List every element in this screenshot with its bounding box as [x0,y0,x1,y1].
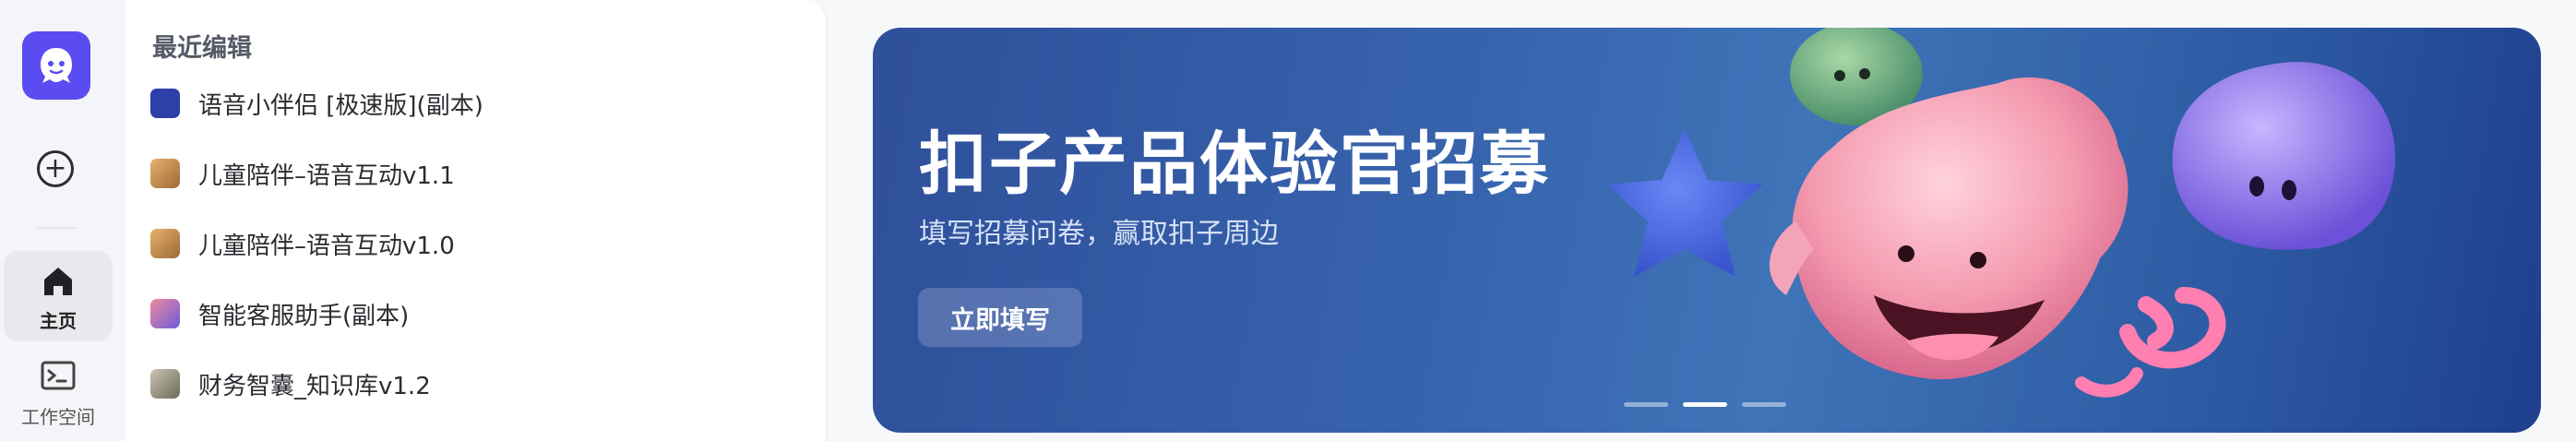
left-rail: + 主页 工作空间 [0,0,125,441]
banner-title: 扣子产品体验官招募 [919,125,1550,204]
fill-now-button[interactable]: 立即填写 [918,288,1082,347]
recent-item-label: 财务智囊_知识库v1.2 [198,372,431,400]
recent-item-label: 智能客服助手(副本) [198,302,410,330]
recent-item[interactable]: 智能客服助手(副本) [150,288,409,340]
carousel-dot-active[interactable] [1683,402,1727,407]
recent-item[interactable]: 财务智囊_知识库v1.2 [150,358,431,410]
recent-item[interactable]: 语音小伴侣 [极速版](副本) [150,77,483,129]
recent-item[interactable]: 儿童陪伴–语音互动v1.0 [150,218,455,269]
recent-edits-panel: 最近编辑 语音小伴侣 [极速版](副本) 儿童陪伴–语音互动v1.1 儿童陪伴–… [125,0,828,441]
nav-label-home: 主页 [40,310,77,332]
home-icon [41,264,76,303]
banner-subtitle: 填写招募问卷，赢取扣子周边 [919,218,1279,250]
bot-avatar-icon [150,229,180,258]
carousel-dot[interactable] [1742,402,1786,407]
nav-item-workspace[interactable]: 工作空间 [4,351,113,441]
terminal-icon [41,360,76,397]
app-logo-icon[interactable] [22,31,90,100]
nav-item-home[interactable]: 主页 [4,251,113,341]
promo-banner[interactable]: 扣子产品体验官招募 填写招募问卷，赢取扣子周边 立即填写 [873,28,2541,433]
recent-item-label: 语音小伴侣 [极速版](副本) [198,91,483,120]
recent-item[interactable]: 儿童陪伴–语音互动v1.1 [150,148,455,199]
recent-item-label: 儿童陪伴–语音互动v1.0 [198,232,455,260]
nav-label-workspace: 工作空间 [21,406,95,428]
bot-avatar-icon [150,89,180,118]
rail-divider [37,227,78,229]
bot-avatar-icon [150,299,180,328]
carousel-indicator [1624,402,1786,407]
carousel-dot[interactable] [1624,402,1668,407]
recent-edits-title: 最近编辑 [152,34,252,63]
bot-avatar-icon [150,159,180,188]
bot-avatar-icon [150,369,180,399]
recent-item-label: 儿童陪伴–语音互动v1.1 [198,161,455,190]
create-plus-icon[interactable]: + [37,150,74,187]
